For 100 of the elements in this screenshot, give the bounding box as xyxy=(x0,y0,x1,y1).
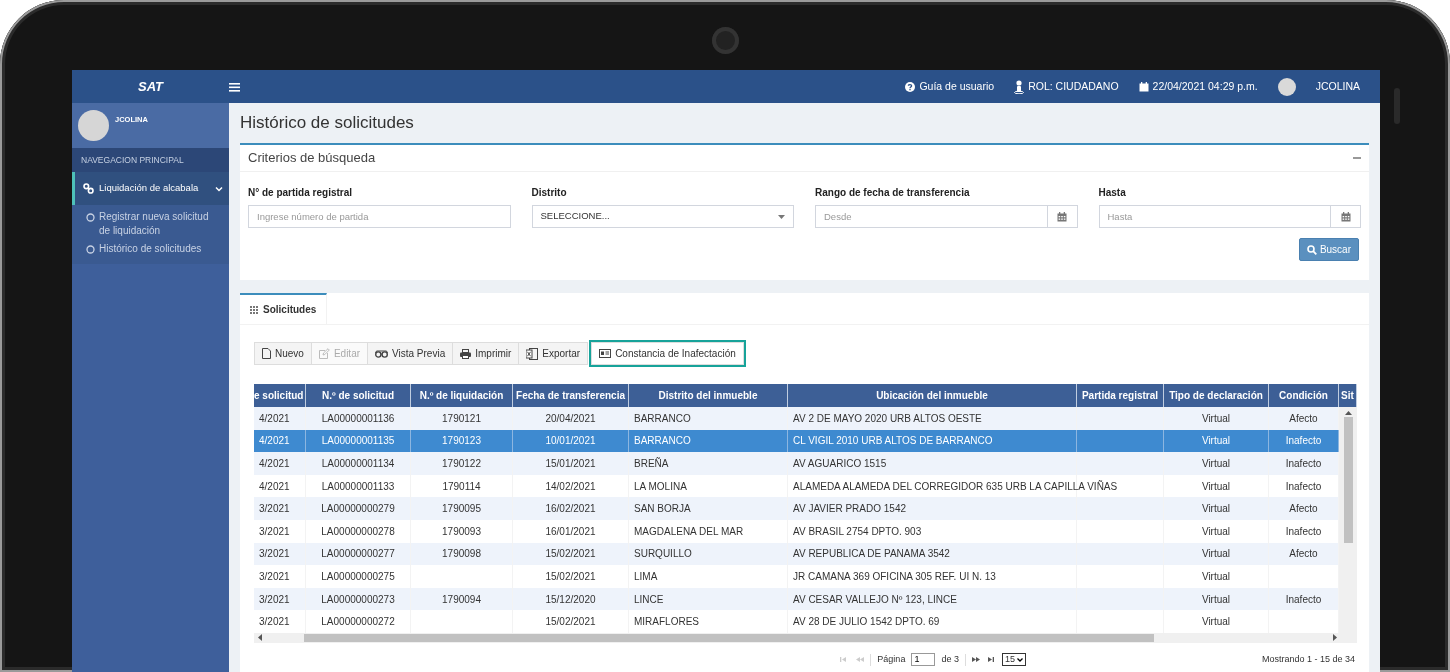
toolbar-button[interactable]: Vista Previa xyxy=(367,342,454,365)
table-cell-text: BARRANCO xyxy=(634,434,691,449)
table-cell-text: LA00000000278 xyxy=(321,524,395,539)
table-cell-text: Afecto xyxy=(1289,547,1318,562)
table-cell-text: AV 2 DE MAYO 2020 URB ALTOS OESTE xyxy=(793,411,982,426)
table-cell-text: 4/2021 xyxy=(259,434,290,449)
grid-icon xyxy=(250,305,258,314)
table-cell-text: LIMA xyxy=(634,569,658,584)
search-icon xyxy=(1306,244,1317,255)
table-cell-text: Virtual xyxy=(1201,457,1231,471)
table-cell-text: LA00000001133 xyxy=(321,479,395,494)
table-cell-text: 3/2021 xyxy=(259,569,290,584)
input-field[interactable]: Ingrese número de partida xyxy=(248,205,511,228)
table-cell-text: 3/2021 xyxy=(259,592,290,607)
table-row[interactable]: 3/2021 LA00000000279 1790095 16/02/2021 SAN BORJA AV JAVIER PRADO 1542 Virtual Afecto xyxy=(254,497,1339,520)
table-cell-text: ALAMEDA ALAMEDA DEL CORREGIDOR 635 URB LA CAPILLA VIÑAS xyxy=(793,479,1118,494)
table-cell-text: AV BRASIL 2754 DPTO. 903 xyxy=(793,524,922,539)
card-title: Criterios de búsqueda xyxy=(248,149,376,168)
horizontal-scrollbar[interactable] xyxy=(254,632,1357,643)
scroll-thumb[interactable] xyxy=(1343,417,1353,543)
table-cell-text: Virtual xyxy=(1201,615,1231,630)
calendar-button[interactable] xyxy=(1331,205,1361,228)
table-cell-text: AV CESAR VALLEJO Nº 123, LINCE xyxy=(793,592,957,607)
date-field[interactable]: Desde xyxy=(815,205,1048,228)
table-cell-text: 1790122 xyxy=(442,457,481,471)
table-cell-text: AV AGUARICO 1515 xyxy=(793,457,887,471)
field-label: N° de partida registral xyxy=(248,186,354,200)
table-cell-text: 4/2021 xyxy=(259,479,290,494)
toolbar-button[interactable]: Exportar xyxy=(518,342,589,365)
table-cell-text: Virtual xyxy=(1201,524,1231,539)
table-cell-text: 4/2021 xyxy=(259,457,290,471)
vertical-scrollbar[interactable] xyxy=(1339,407,1357,633)
glasses-icon xyxy=(375,349,389,358)
calendar-icon xyxy=(1340,211,1351,222)
table-cell-text: MAGDALENA DEL MAR xyxy=(634,524,744,539)
circle-icon xyxy=(86,213,95,222)
calendar-icon xyxy=(1057,211,1067,222)
page-label: Página xyxy=(877,652,906,666)
date-field[interactable]: Hasta xyxy=(1098,205,1331,228)
table-cell-text: LA MOLINA xyxy=(634,479,687,494)
table-cell-text: BARRANCO xyxy=(634,411,691,426)
table-cell-text: Inafecto xyxy=(1285,592,1322,607)
table-cell-text: 20/04/2021 xyxy=(545,411,596,426)
page-input[interactable]: 1 xyxy=(911,653,936,667)
menu-button[interactable] xyxy=(229,81,240,92)
field-label: Rango de fecha de transferencia xyxy=(815,186,971,200)
calendar-button[interactable] xyxy=(1047,205,1078,228)
table-cell-text: 1790094 xyxy=(442,592,481,607)
select-field[interactable]: SELECCIONE... xyxy=(531,205,794,228)
table-cell-text: 1790123 xyxy=(442,434,481,449)
table-cell-text: AV REPUBLICA DE PANAMA 3542 xyxy=(793,547,950,562)
menu-icon xyxy=(229,81,240,92)
table-cell-text: 1790093 xyxy=(442,524,481,539)
table-cell-text: Virtual xyxy=(1201,569,1231,584)
table-cell-text: SURQUILLO xyxy=(634,547,692,562)
table-cell-text: 3/2021 xyxy=(259,615,290,630)
table-cell-text: Afecto xyxy=(1289,502,1318,517)
table-cell-text: LINCE xyxy=(634,592,664,607)
toolbar-button[interactable]: Nuevo xyxy=(254,342,312,365)
table-row[interactable]: 4/2021 LA00000001136 1790121 20/04/2021 BARRANCO AV 2 DE MAYO 2020 URB ALTOS OESTE Virtual Afecto xyxy=(254,407,1339,430)
collapse-button[interactable] xyxy=(1353,156,1361,160)
sidebar-subitem[interactable]: Histórico de solicitudes xyxy=(72,240,229,258)
toolbar-button[interactable]: Imprimir xyxy=(452,342,520,365)
table-row[interactable]: 3/2021 LA00000000277 1790098 15/02/2021 SURQUILLO AV REPUBLICA DE PANAMA 3542 Virtual Afecto xyxy=(254,542,1339,566)
table-cell-text: 3/2021 xyxy=(259,524,290,539)
chevron-icon xyxy=(215,184,223,193)
circle-icon xyxy=(86,245,95,254)
table-cell-text: Inafecto xyxy=(1285,434,1322,449)
topbar-link[interactable]: ROL: CIUDADANO xyxy=(1014,78,1119,95)
user-menu[interactable]: JCOLINA xyxy=(1277,77,1360,96)
topbar-link[interactable]: Guía de usuario xyxy=(905,78,995,95)
camera-lens xyxy=(712,27,739,54)
table-cell-text: Virtual xyxy=(1201,479,1231,494)
table-cell-text: MIRAFLORES xyxy=(634,615,699,630)
table-cell-text: 16/02/2021 xyxy=(545,502,596,517)
pager-button[interactable] xyxy=(987,656,996,664)
topbar-link[interactable]: 22/04/2021 04:29 p.m. xyxy=(1138,78,1258,95)
table-cell-text: 1790095 xyxy=(442,502,481,517)
table-cell-text: Virtual xyxy=(1201,411,1231,426)
toolbar-button[interactable]: Constancia de Inafectación xyxy=(591,342,744,365)
table-cell-text: LA00000001134 xyxy=(321,457,395,471)
nav-header: NAVEGACION PRINCIPAL xyxy=(72,148,229,172)
sidebar-item[interactable]: Liquidación de alcabala xyxy=(72,172,229,205)
table-row[interactable]: 4/2021 LA00000001135 1790123 10/01/2021 BARRANCO CL VIGIL 2010 URB ALTOS DE BARRANCO Virtual Inafecto xyxy=(254,429,1339,453)
field-label: Distrito xyxy=(531,186,568,200)
caret-icon xyxy=(1016,657,1023,662)
page-size-select[interactable]: 15 xyxy=(1001,653,1026,667)
table-cell-text: 3/2021 xyxy=(259,547,290,562)
table-row[interactable]: 3/2021 LA00000000273 1790094 15/12/2020 LINCE AV CESAR VALLEJO Nº 123, LINCE Virtual Inafecto xyxy=(254,587,1339,611)
table-cell-text: JR CAMANA 369 OFICINA 305 REF. UI N. 13 xyxy=(793,569,996,584)
scroll-right-icon xyxy=(1333,634,1337,642)
table-cell-text: SAN BORJA xyxy=(634,502,691,517)
table-cell-text: 15/02/2021 xyxy=(545,547,596,562)
table-cell-text: LA00000000279 xyxy=(321,502,395,517)
table-cell-text: LA00000000275 xyxy=(321,569,395,584)
tab[interactable]: Solicitudes xyxy=(240,293,328,324)
table-row[interactable]: 4/2021 LA00000001134 1790122 15/01/2021 BREÑA AV AGUARICO 1515 Virtual Inafecto xyxy=(254,452,1339,475)
sidebar-subitem[interactable]: Registrar nueva solicitud de liquidación xyxy=(72,208,229,240)
pager-button[interactable] xyxy=(971,656,980,664)
scroll-thumb[interactable] xyxy=(304,633,1154,642)
